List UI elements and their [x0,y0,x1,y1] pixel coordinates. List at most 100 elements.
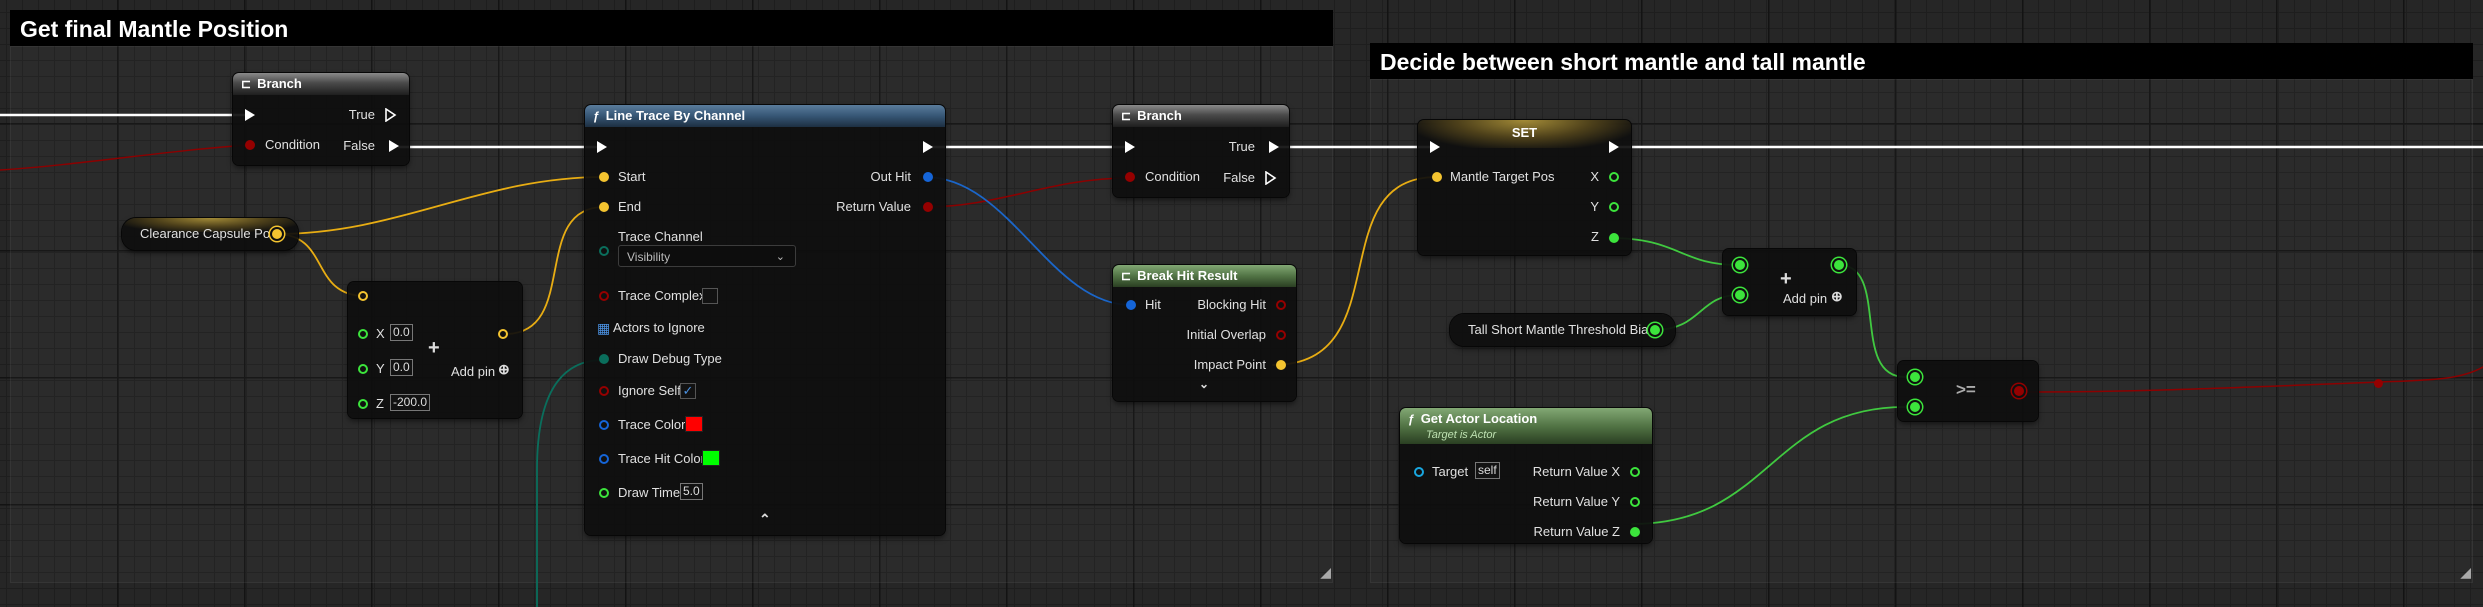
out-hit-label: Out Hit [870,169,911,184]
vector-out-pin[interactable] [272,229,282,239]
comment-title: Decide between short mantle and tall man… [1370,43,2473,79]
return-value-y-pin[interactable] [1630,497,1640,507]
node-header: ⊏ Branch [1113,105,1289,127]
trace-hit-color-swatch[interactable] [702,450,720,466]
exec-out-pin[interactable] [923,141,933,153]
branch-node-1[interactable]: ⊏ Branch Condition True False [233,73,409,165]
x-out-pin[interactable] [1609,172,1619,182]
trace-hit-color-pin[interactable] [599,454,609,464]
branch-node-2[interactable]: ⊏ Branch Condition True False [1113,105,1289,197]
resize-handle-icon[interactable]: ◢ [2460,564,2471,581]
end-label: End [618,199,642,214]
exec-true-pin[interactable] [1269,141,1279,153]
float-out-pin[interactable] [1650,325,1660,335]
trace-channel-dropdown[interactable]: Visibility ⌄ [618,245,796,267]
x-value-field[interactable]: 0.0 [390,324,413,341]
chevron-down-icon: ⌄ [775,251,785,263]
trace-color-label: Trace Color [618,417,686,432]
target-label: Target [1432,464,1469,479]
variable-label: Tall Short Mantle Threshold Bias [1468,322,1655,337]
draw-debug-type-pin[interactable] [599,354,609,364]
condition-pin[interactable] [245,140,255,150]
vector-add-node[interactable]: X 0.0 Y 0.0 Z -200.0 + Add pin ⊕ [348,282,522,418]
line-trace-by-channel-node[interactable]: ƒ Line Trace By Channel Start End Trace C… [585,105,945,535]
add-pin-label: Add pin [1783,291,1828,306]
condition-pin[interactable] [1125,172,1135,182]
z-label: Z [376,396,384,411]
float-add-node[interactable]: + Add pin ⊕ [1723,249,1856,315]
vector-out-pin[interactable] [498,329,508,339]
target-pin[interactable] [1414,467,1424,477]
float-in-a-pin[interactable] [1735,260,1745,270]
end-pin[interactable] [599,202,609,212]
x-pin[interactable] [358,329,368,339]
clearance-capsule-pos-node[interactable]: Clearance Capsule Pos [122,218,298,250]
trace-channel-label: Trace Channel [618,229,703,244]
mantle-target-pos-pin[interactable] [1432,172,1442,182]
actors-to-ignore-label: Actors to Ignore [613,320,705,335]
branch-icon: ⊏ [241,77,252,91]
greater-equal-compare-node[interactable]: >= [1898,361,2038,421]
initial-overlap-pin[interactable] [1276,330,1286,340]
exec-in-pin[interactable] [1125,141,1135,153]
expand-chevron-icon[interactable]: ⌄ [1199,377,1209,391]
function-icon: ƒ [593,109,600,123]
exec-false-pin[interactable] [1265,171,1277,185]
ignore-self-checkbox[interactable]: ✓ [680,383,696,399]
y-label: Y [376,361,385,376]
draw-time-pin[interactable] [599,488,609,498]
compare-in-b-pin[interactable] [1910,402,1920,412]
node-header: ⊏ Branch [233,73,409,95]
bool-out-pin[interactable] [2014,386,2024,396]
float-in-b-pin[interactable] [1735,290,1745,300]
draw-time-field[interactable]: 5.0 [680,483,703,500]
hit-pin[interactable] [1126,300,1136,310]
exec-false-pin[interactable] [389,140,399,152]
condition-label: Condition [1145,169,1200,184]
array-grid-icon[interactable]: ▦ [597,320,610,336]
return-value-pin[interactable] [923,202,933,212]
return-value-x-pin[interactable] [1630,467,1640,477]
trace-complex-checkbox[interactable] [702,288,718,304]
trace-color-pin[interactable] [599,420,609,430]
trace-color-swatch[interactable] [685,416,703,432]
exec-in-pin[interactable] [1430,141,1440,153]
mantle-target-pos-label: Mantle Target Pos [1450,169,1555,184]
plus-icon: + [428,337,440,359]
add-pin-icon[interactable]: ⊕ [1831,288,1843,305]
resize-handle-icon[interactable]: ◢ [1320,564,1331,581]
trace-channel-pin[interactable] [599,246,609,256]
out-hit-pin[interactable] [923,172,933,182]
break-hit-result-node[interactable]: ⊏ Break Hit Result Hit Blocking Hit Initi… [1113,265,1296,401]
set-mantle-target-pos-node[interactable]: SET Mantle Target Pos X Y Z [1418,120,1631,255]
ignore-self-pin[interactable] [599,386,609,396]
blocking-hit-pin[interactable] [1276,300,1286,310]
node-subtitle: Target is Actor [1426,429,1497,441]
z-out-pin[interactable] [1609,233,1619,243]
exec-in-pin[interactable] [245,109,255,121]
y-value-field[interactable]: 0.0 [390,359,413,376]
get-actor-location-node[interactable]: ƒ Get Actor Location Target is Actor Targ… [1400,408,1652,543]
reroute-knot[interactable] [2374,379,2383,388]
y-pin[interactable] [358,364,368,374]
return-value-z-label: Return Value Z [1533,524,1620,539]
z-value-field[interactable]: -200.0 [390,394,431,411]
vector-in-pin[interactable] [358,291,368,301]
z-pin[interactable] [358,399,368,409]
exec-true-pin[interactable] [385,108,397,122]
add-pin-icon[interactable]: ⊕ [498,361,510,378]
start-pin[interactable] [599,172,609,182]
exec-in-pin[interactable] [597,141,607,153]
impact-point-pin[interactable] [1276,360,1286,370]
trace-complex-pin[interactable] [599,291,609,301]
target-self-field[interactable]: self [1475,462,1500,479]
compare-in-a-pin[interactable] [1910,372,1920,382]
collapse-chevron-icon[interactable]: ⌃ [759,511,771,528]
tall-short-mantle-threshold-bias-node[interactable]: Tall Short Mantle Threshold Bias [1450,314,1675,346]
node-header: ƒ Line Trace By Channel [585,105,945,127]
exec-out-pin[interactable] [1609,141,1619,153]
return-value-x-label: Return Value X [1532,464,1620,479]
float-out-pin[interactable] [1834,260,1844,270]
y-out-pin[interactable] [1609,202,1619,212]
return-value-z-pin[interactable] [1630,527,1640,537]
